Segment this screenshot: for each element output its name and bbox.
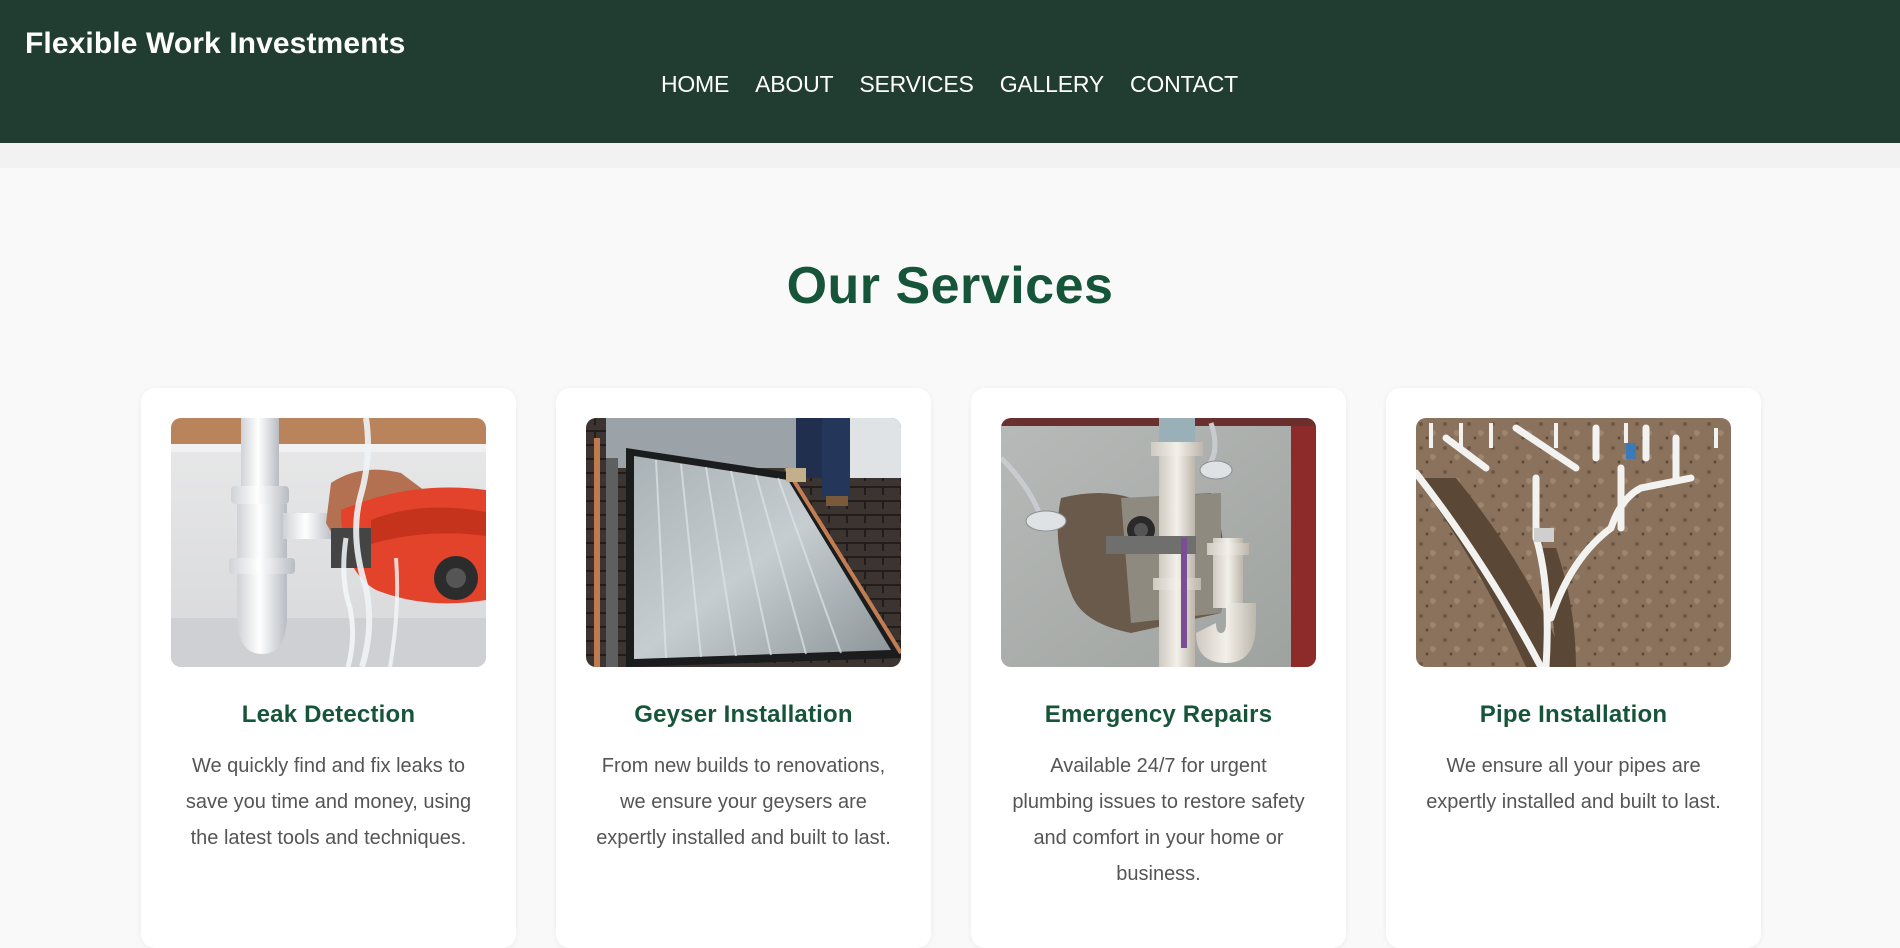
nav-about-link[interactable]: ABOUT bbox=[755, 71, 833, 98]
header-divider-strip bbox=[0, 143, 1900, 168]
nav-contact-link[interactable]: CONTACT bbox=[1130, 71, 1238, 98]
service-card-title: Geyser Installation bbox=[634, 701, 853, 728]
nav-services-link[interactable]: SERVICES bbox=[859, 71, 974, 98]
service-card-emergency-repairs[interactable]: Emergency Repairs Available 24/7 for urg… bbox=[971, 388, 1346, 948]
service-card-description: Available 24/7 for urgent plumbing issue… bbox=[1012, 755, 1305, 885]
service-card-description: We quickly find and fix leaks to save yo… bbox=[185, 755, 472, 849]
site-header: Flexible Work Investments HOME ABOUT SER… bbox=[0, 0, 1900, 143]
service-card-title: Leak Detection bbox=[241, 701, 416, 728]
service-card-description: From new builds to renovations, we ensur… bbox=[596, 755, 891, 849]
service-card-geyser-installation[interactable]: Geyser Installation From new builds to r… bbox=[556, 388, 931, 948]
service-card-description: We ensure all your pipes are expertly in… bbox=[1426, 755, 1721, 813]
service-card-pipe-installation[interactable]: Pipe Installation We ensure all your pip… bbox=[1386, 388, 1761, 948]
service-card-title: Pipe Installation bbox=[1479, 701, 1668, 728]
nav-gallery-link[interactable]: GALLERY bbox=[1000, 71, 1104, 98]
emergency-repairs-image bbox=[1001, 418, 1316, 667]
site-brand[interactable]: Flexible Work Investments bbox=[25, 27, 405, 61]
main-nav: HOME ABOUT SERVICES GALLERY CONTACT bbox=[0, 71, 1900, 98]
service-card-leak-detection[interactable]: Leak Detection We quickly find and fix l… bbox=[141, 388, 516, 948]
services-section: Our Services Leak Detection We quickly f… bbox=[0, 168, 1900, 948]
geyser-installation-image bbox=[586, 418, 901, 667]
pipe-installation-image bbox=[1416, 418, 1731, 667]
nav-home-link[interactable]: HOME bbox=[661, 71, 729, 98]
service-card-title: Emergency Repairs bbox=[1044, 701, 1273, 728]
services-title: Our Services bbox=[786, 257, 1114, 315]
leak-detection-image bbox=[171, 418, 486, 667]
